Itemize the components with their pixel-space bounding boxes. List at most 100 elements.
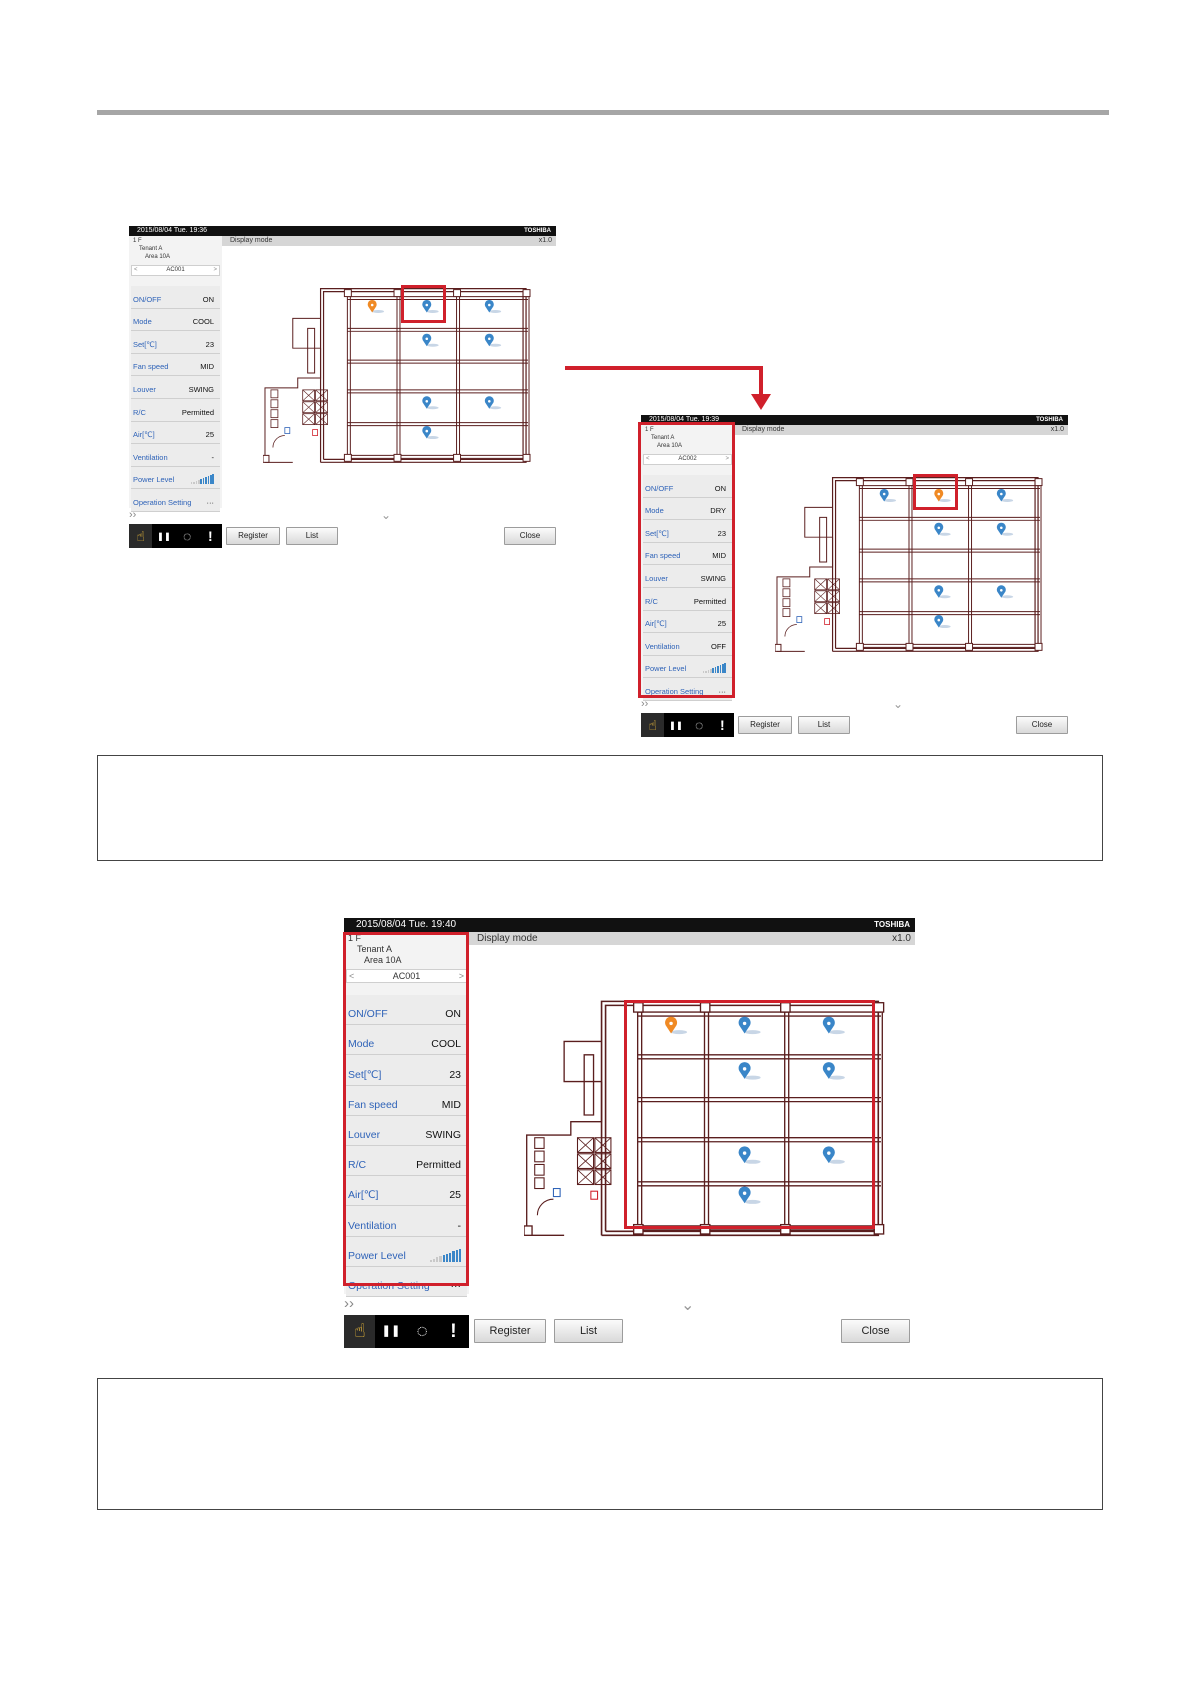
param-label: Operation Setting (133, 497, 192, 507)
alarm-icon[interactable]: ! (438, 1315, 469, 1348)
register-button[interactable]: Register (226, 527, 280, 545)
close-button[interactable]: Close (504, 527, 556, 545)
ac-unit-marker-icon[interactable] (422, 396, 439, 410)
location-tree[interactable]: 1 F Tenant A Area 10A (133, 237, 170, 261)
pause-icon[interactable]: ❚❚ (375, 1315, 406, 1348)
highlight-selected-unit (401, 285, 446, 323)
param-row[interactable]: Power Level (131, 466, 220, 490)
mode-label: Display mode (742, 426, 785, 433)
ac-unit-marker-icon[interactable] (422, 426, 439, 440)
screen-1: 2015/08/04 Tue. 19:36 TOSHIBA Display mo… (129, 226, 556, 548)
touch-hand-icon[interactable]: ☝ (641, 713, 665, 737)
next-unit-icon[interactable]: > (213, 266, 217, 275)
param-row[interactable]: Ventilation - (131, 444, 220, 467)
param-label: Ventilation (133, 452, 168, 462)
ac-unit-marker-icon[interactable] (422, 333, 439, 347)
param-value: COOL (192, 317, 214, 327)
param-label: Louver (133, 384, 156, 394)
param-row[interactable]: Louver SWING (131, 376, 220, 399)
param-label: ON/OFF (133, 294, 162, 304)
highlight-status-panel (343, 932, 469, 1286)
param-value: Permitted (181, 407, 214, 417)
mode-bar: Display mode x1.0 (734, 425, 1068, 435)
zoom-level[interactable]: x1.0 (892, 932, 911, 945)
status-panel: 1 F Tenant A Area 10A < AC001 > ON/OFF ON… (129, 236, 222, 512)
param-value: 25 (205, 430, 214, 440)
ac-unit-marker-icon[interactable] (996, 488, 1014, 502)
register-button[interactable]: Register (738, 716, 792, 734)
param-label: Mode (133, 317, 152, 327)
param-label: R/C (133, 407, 146, 417)
schedule-icon[interactable]: ◌ (407, 1315, 438, 1348)
param-value: ON (202, 294, 214, 304)
list-button[interactable]: List (554, 1319, 623, 1343)
mode-label: Display mode (477, 933, 538, 944)
tree-area[interactable]: Area 10A (133, 253, 170, 261)
brand-logo: TOSHIBA (1036, 417, 1063, 423)
pause-icon[interactable]: ❚❚ (152, 524, 175, 548)
ac-unit-marker-icon[interactable] (996, 522, 1014, 536)
register-button[interactable]: Register (474, 1319, 546, 1343)
alarm-icon[interactable]: ! (711, 713, 734, 737)
brand-logo: TOSHIBA (874, 920, 910, 929)
ac-unit-marker-icon[interactable] (367, 299, 385, 313)
tree-floor[interactable]: 1 F (133, 237, 170, 245)
page-top-rule (97, 110, 1109, 115)
prev-unit-icon[interactable]: < (134, 266, 138, 275)
mode-label: Display mode (230, 237, 273, 244)
ac-unit-marker-icon[interactable] (934, 522, 951, 536)
param-row[interactable]: ON/OFF ON (131, 286, 220, 309)
param-label: Set[℃] (133, 339, 157, 349)
alarm-icon[interactable]: ! (199, 524, 222, 548)
param-row[interactable]: R/C Permitted (131, 399, 220, 422)
list-button[interactable]: List (798, 716, 850, 734)
list-button[interactable]: List (286, 527, 338, 545)
highlight-new-unit (913, 474, 958, 510)
ac-unit-marker-icon[interactable] (484, 299, 502, 313)
param-label: Air[℃] (133, 430, 155, 440)
scroll-down-icon[interactable]: ⌄ (893, 697, 903, 711)
param-row[interactable]: Air[℃] 25 (131, 421, 220, 445)
unit-name: AC001 (166, 267, 185, 273)
ac-unit-marker-icon[interactable] (934, 615, 951, 629)
ac-unit-marker-icon[interactable] (484, 333, 502, 347)
highlight-status-panel (638, 422, 735, 698)
schedule-icon[interactable]: ◌ (176, 524, 199, 548)
close-button[interactable]: Close (1016, 716, 1068, 734)
expand-icon[interactable]: ›› (641, 697, 648, 711)
param-row[interactable]: Operation Setting ··· (131, 489, 220, 512)
param-label: Power Level (133, 475, 175, 485)
brand-logo: TOSHIBA (524, 228, 551, 234)
close-button[interactable]: Close (841, 1319, 910, 1343)
floor-plan[interactable] (263, 278, 531, 468)
scroll-down-icon[interactable]: ⌄ (681, 1295, 694, 1315)
unit-selector[interactable]: < AC001 > (131, 265, 220, 276)
schedule-icon[interactable]: ◌ (688, 713, 711, 737)
expand-icon[interactable]: ›› (344, 1295, 354, 1313)
datetime: 2015/08/04 Tue. 19:36 (137, 227, 208, 234)
mode-tab-bar: ☝ ❚❚ ◌! (641, 713, 734, 737)
zoom-level[interactable]: x1.0 (539, 236, 552, 246)
ac-unit-marker-icon[interactable] (934, 585, 951, 599)
touch-hand-icon[interactable]: ☝ (129, 524, 153, 548)
pause-icon[interactable]: ❚❚ (664, 713, 687, 737)
expand-icon[interactable]: ›› (129, 508, 136, 522)
param-value: 23 (205, 339, 214, 349)
mode-bar: Display mode x1.0 (469, 932, 915, 945)
power-level-meter (190, 474, 214, 485)
ac-unit-marker-icon[interactable] (996, 585, 1014, 599)
tree-tenant[interactable]: Tenant A (133, 245, 170, 253)
param-row[interactable]: Fan speed MID (131, 353, 220, 377)
zoom-level[interactable]: x1.0 (1051, 425, 1064, 435)
param-row[interactable]: Set[℃] 23 (131, 331, 220, 354)
param-value: ··· (206, 497, 215, 507)
touch-hand-icon[interactable]: ☝ (344, 1315, 376, 1348)
datetime: 2015/08/04 Tue. 19:40 (356, 919, 457, 930)
param-row[interactable]: Mode COOL (131, 308, 220, 332)
floor-plan[interactable] (775, 467, 1043, 657)
ac-unit-marker-icon[interactable] (484, 396, 502, 410)
ac-unit-marker-icon[interactable] (879, 488, 897, 502)
scroll-down-icon[interactable]: ⌄ (381, 508, 391, 522)
param-value: SWING (188, 384, 214, 394)
note-box (97, 755, 1103, 861)
